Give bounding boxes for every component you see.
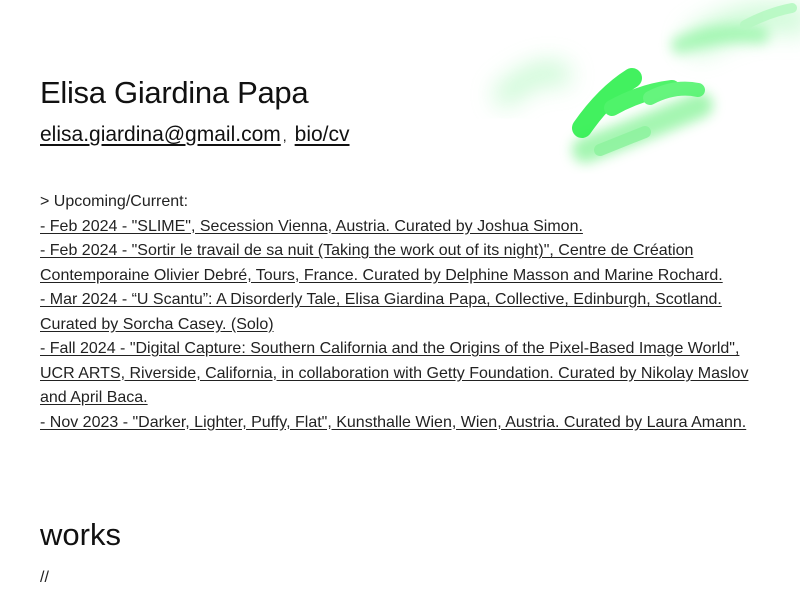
exhibition-link[interactable]: - Nov 2023 - "Darker, Lighter, Puffy, Fl… [40, 414, 746, 431]
works-heading: works [40, 517, 121, 552]
email-link[interactable]: elisa.giardina@gmail.com [40, 123, 281, 146]
exhibition-link[interactable]: - Feb 2024 - "SLIME", Secession Vienna, … [40, 218, 583, 235]
contact-separator: , [282, 128, 287, 144]
upcoming-section: > Upcoming/Current: - Feb 2024 - "SLIME"… [40, 190, 760, 435]
contact-line: elisa.giardina@gmail.com, bio/cv [40, 123, 350, 147]
artist-name: Elisa Giardina Papa [40, 75, 309, 110]
exhibition-link[interactable]: - Mar 2024 - “U Scantu”: A Disorderly Ta… [40, 291, 722, 333]
bio-cv-link[interactable]: bio/cv [295, 123, 350, 146]
works-divider: // [40, 569, 49, 586]
exhibition-link[interactable]: - Fall 2024 - "Digital Capture: Southern… [40, 340, 748, 406]
upcoming-heading: > Upcoming/Current: [40, 193, 189, 210]
exhibition-link[interactable]: - Feb 2024 - "Sortir le travail de sa nu… [40, 242, 723, 284]
